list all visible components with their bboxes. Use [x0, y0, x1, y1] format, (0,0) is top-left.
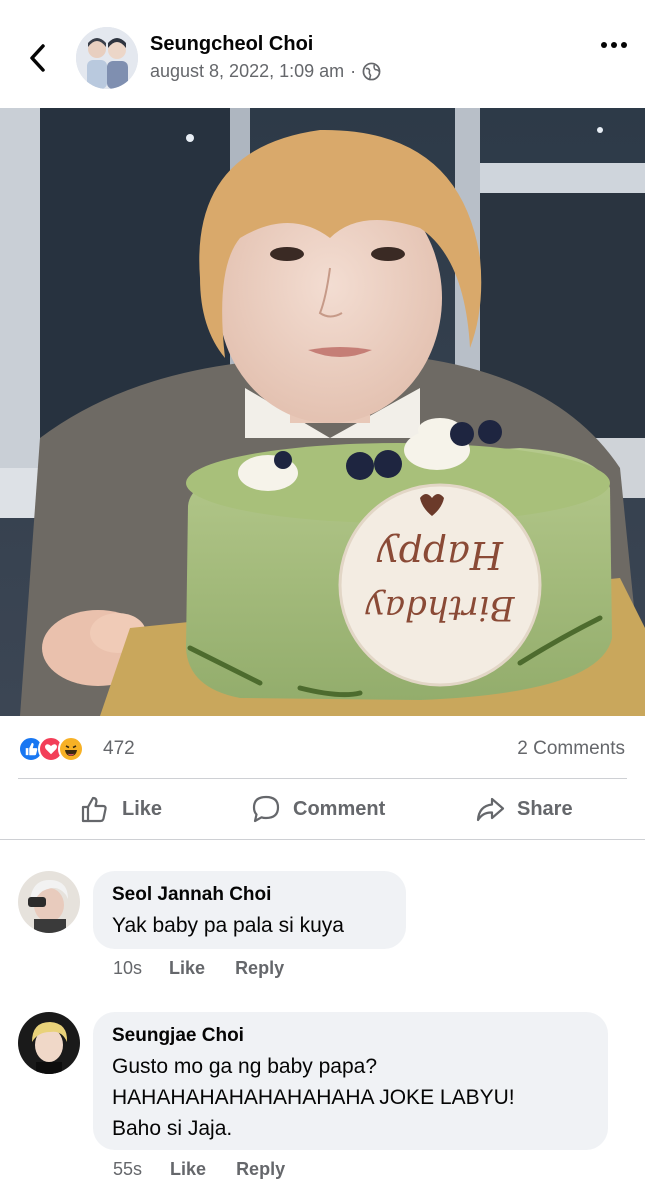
post-photo[interactable]: Happy Birthday	[0, 108, 645, 716]
chevron-left-icon	[30, 44, 45, 72]
like-label: Like	[122, 797, 163, 820]
haha-icon	[58, 736, 84, 762]
post-timestamp[interactable]: august 8, 2022, 1:09 am	[150, 61, 344, 82]
reaction-count[interactable]: 472	[103, 738, 135, 760]
divider	[18, 778, 627, 779]
cake-text-birthday: Birthday	[365, 588, 516, 628]
comment-bubble: Seol Jannah Choi Yak baby pa pala si kuy…	[93, 871, 406, 949]
comment-bubble-icon	[252, 795, 280, 823]
share-label: Share	[517, 797, 573, 820]
post-meta: august 8, 2022, 1:09 am ·	[150, 61, 381, 82]
comment-text: Gusto mo ga ng baby papa? HAHAHAHAHAHAHA…	[112, 1051, 588, 1144]
author-avatar[interactable]	[76, 27, 138, 89]
more-options-button[interactable]	[596, 32, 632, 58]
reaction-icons[interactable]	[18, 736, 84, 762]
comment-meta: 55s Like Reply	[113, 1159, 285, 1180]
author-name[interactable]: Seungcheol Choi	[150, 33, 313, 56]
comment-like-link[interactable]: Like	[169, 958, 205, 979]
comment-meta: 10s Like Reply	[113, 958, 284, 979]
post-header: Seungcheol Choi august 8, 2022, 1:09 am …	[0, 0, 645, 108]
comment-time: 55s	[113, 1159, 143, 1179]
share-button[interactable]: Share	[475, 794, 573, 824]
comment-button[interactable]: Comment	[251, 794, 385, 824]
thumbs-up-icon	[81, 796, 107, 823]
ellipsis-icon	[601, 42, 627, 48]
commenter-avatar[interactable]	[18, 1012, 80, 1074]
section-divider	[0, 839, 645, 840]
comment-text: Yak baby pa pala si kuya	[112, 914, 344, 937]
comment-reply-link[interactable]: Reply	[236, 1159, 285, 1180]
comments-count[interactable]: 2 Comments	[517, 738, 625, 760]
comment-author[interactable]: Seol Jannah Choi	[112, 883, 386, 907]
comment-reply-link[interactable]: Reply	[235, 958, 284, 979]
share-arrow-icon	[476, 797, 505, 822]
comment-time: 10s	[113, 958, 143, 978]
comment-bubble: Seungjae Choi Gusto mo ga ng baby papa? …	[93, 1012, 608, 1150]
commenter-avatar[interactable]	[18, 871, 80, 933]
comment-like-link[interactable]: Like	[170, 1159, 206, 1180]
post-actions: Like Comment Share	[0, 780, 645, 838]
comment-label: Comment	[293, 797, 386, 820]
comment-text-line: Baho si Jaja.	[112, 1117, 233, 1140]
meta-separator: ·	[350, 61, 357, 81]
comment-author[interactable]: Seungjae Choi	[112, 1024, 588, 1048]
like-button[interactable]: Like	[80, 794, 162, 824]
cake-text-happy: Happy	[377, 533, 504, 577]
comment-text-line: Gusto mo ga ng baby papa?	[112, 1055, 378, 1078]
comment-text-line: HAHAHAHAHAHAHAHAHA JOKE LABYU!	[112, 1086, 515, 1109]
back-button[interactable]	[22, 40, 52, 76]
globe-icon	[362, 62, 381, 81]
reactions-row: 472 2 Comments	[0, 716, 645, 778]
